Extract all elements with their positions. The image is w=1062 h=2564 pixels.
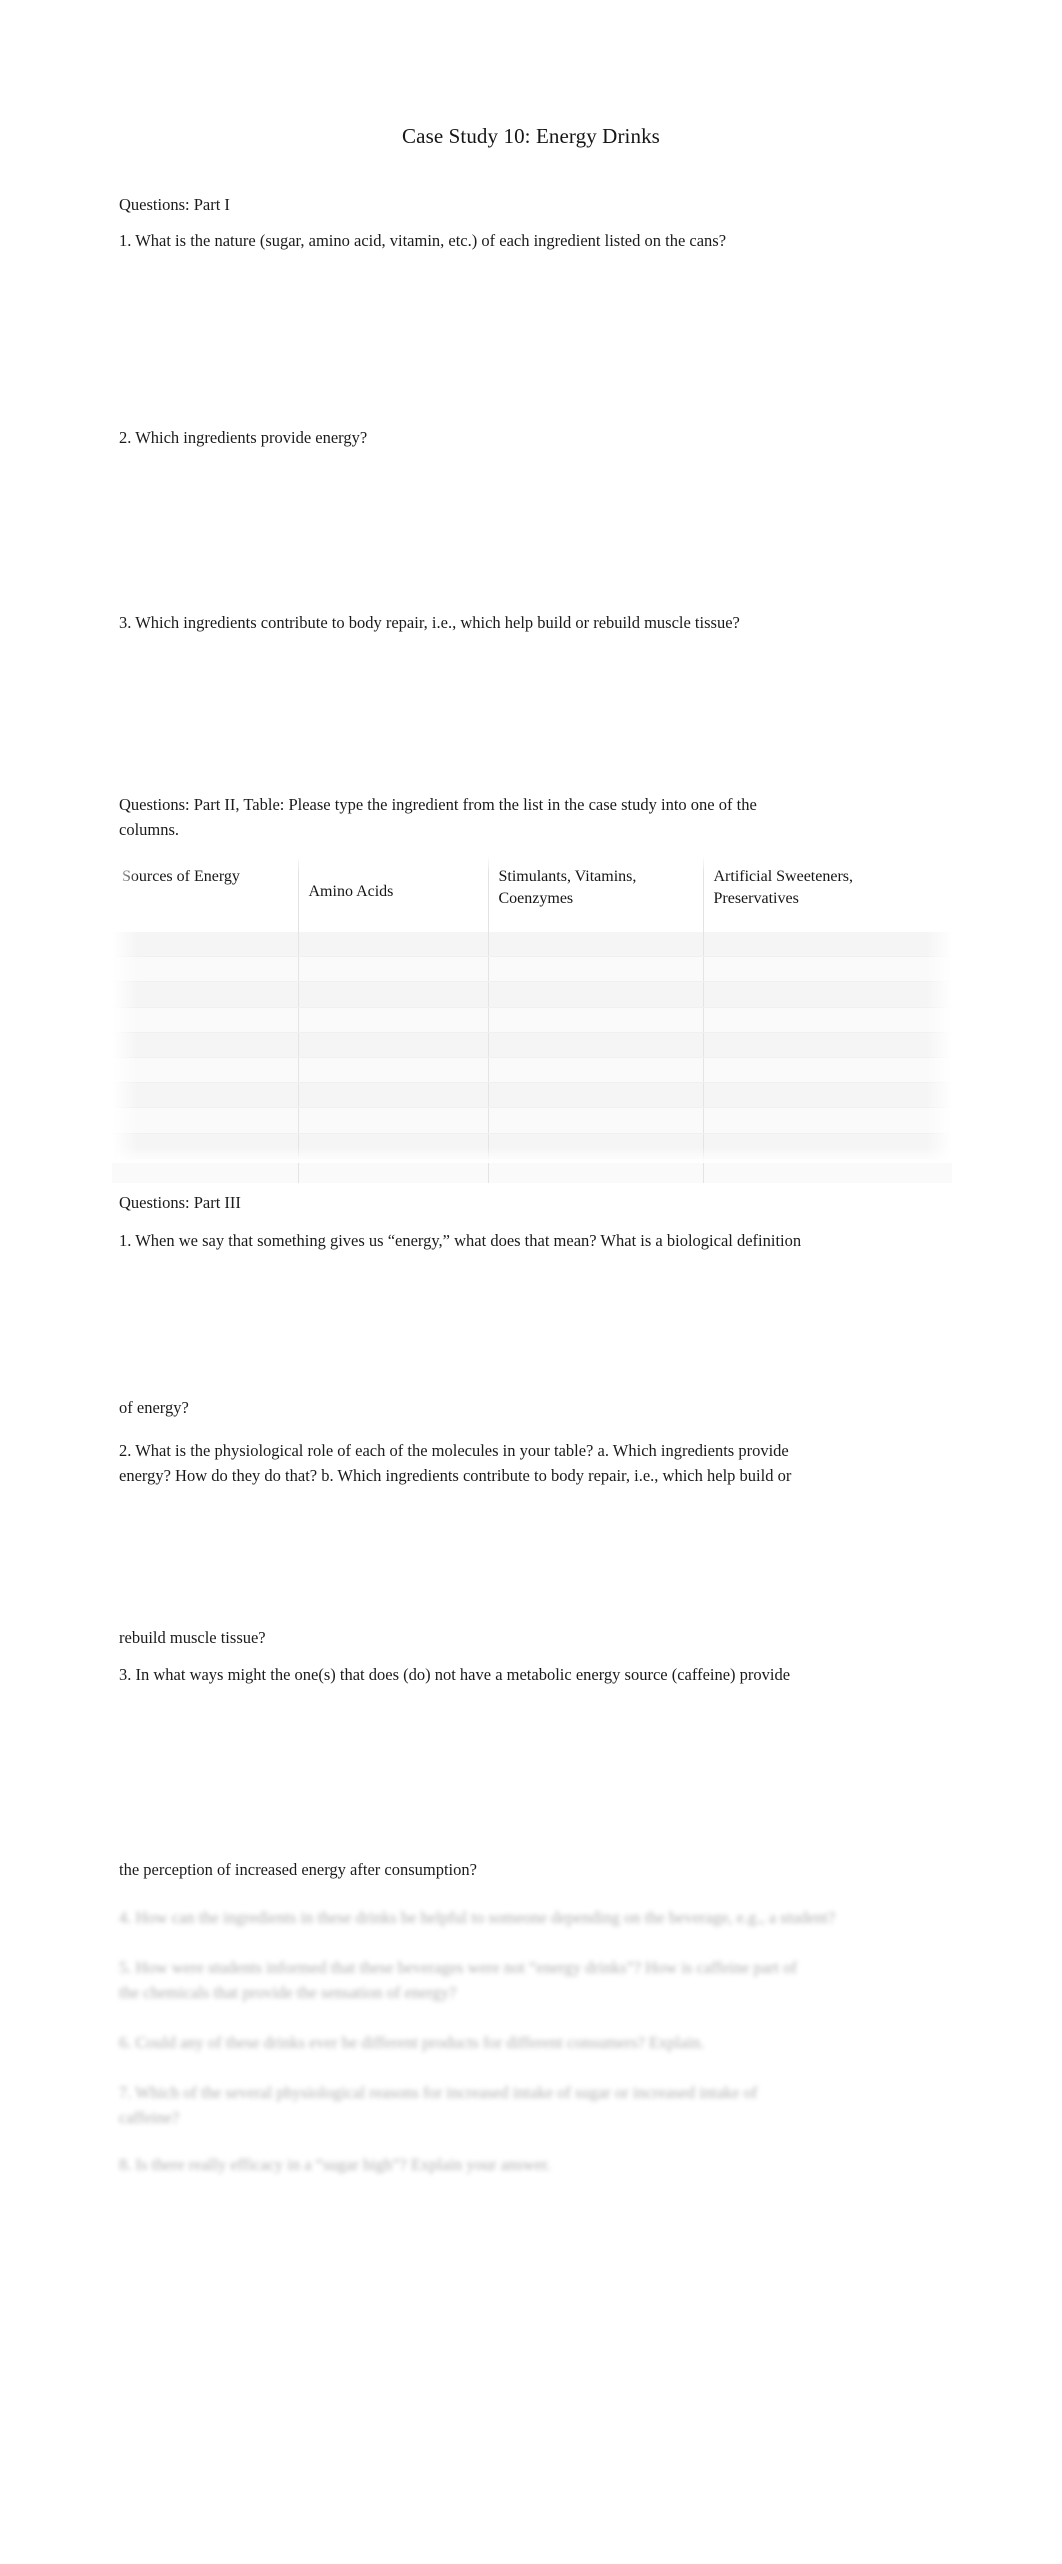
part-two-heading-line-2: columns.: [119, 820, 180, 839]
table-cell[interactable]: [298, 956, 489, 983]
table-cell[interactable]: [488, 1032, 704, 1058]
part-one-heading: Questions: Part I: [119, 195, 230, 214]
table-cell[interactable]: [488, 1057, 704, 1084]
table-cell[interactable]: [298, 981, 489, 1008]
table-cell[interactable]: [298, 1107, 489, 1134]
table-cell[interactable]: [488, 1133, 704, 1159]
part-two-heading-line-1: Questions: Part II, Table: Please type t…: [119, 795, 757, 814]
table-cell[interactable]: [488, 1158, 704, 1183]
table-cell[interactable]: [488, 1007, 704, 1033]
table-cell[interactable]: [112, 1032, 299, 1058]
table-cell[interactable]: [703, 1057, 952, 1084]
table-cell[interactable]: [703, 1007, 952, 1033]
part-three-question-2-line-2: energy? How do they do that? b. Which in…: [119, 1466, 792, 1485]
table-row[interactable]: [112, 956, 952, 983]
document-page: Case Study 10: Energy Drinks Questions: …: [0, 0, 1062, 2564]
preview-question-5-line-2: the chemicals that provide the sensation…: [119, 1983, 457, 2002]
table-cell[interactable]: [112, 1158, 299, 1183]
column-header-artificial-sweeteners-preservatives: Artificial Sweeteners, Preservatives: [703, 858, 952, 932]
table-cell[interactable]: [488, 932, 704, 958]
table-cell[interactable]: [298, 1082, 489, 1109]
part-one-question-3: 3. Which ingredients contribute to body …: [119, 613, 740, 632]
table-row[interactable]: [112, 1158, 952, 1183]
table-cell[interactable]: [298, 1158, 489, 1183]
table-row[interactable]: [112, 1057, 952, 1084]
part-three-heading: Questions: Part III: [119, 1193, 241, 1212]
column-header-stimulants-vitamins-coenzymes: Stimulants, Vitamins, Coenzymes: [488, 858, 704, 932]
table-cell[interactable]: [488, 981, 704, 1008]
table-cell[interactable]: [703, 1032, 952, 1058]
table-cell[interactable]: [703, 1133, 952, 1159]
part-three-question-3-line-1: 3. In what ways might the one(s) that do…: [119, 1665, 791, 1684]
table-cell[interactable]: [112, 956, 299, 983]
part-three-question-1-line-2: of energy?: [119, 1398, 189, 1417]
ingredients-table[interactable]: Sources of Energy Amino Acids Stimulants…: [112, 858, 952, 1183]
table-cell[interactable]: [703, 956, 952, 983]
table-cell[interactable]: [703, 1107, 952, 1134]
table-cell[interactable]: [488, 1082, 704, 1109]
table-cell[interactable]: [298, 1007, 489, 1033]
part-three-question-2-line-3: rebuild muscle tissue?: [119, 1628, 266, 1647]
table-cell[interactable]: [112, 1107, 299, 1134]
preview-question-8: 8. Is there really efficacy in a “sugar …: [119, 2155, 551, 2174]
preview-question-6: 6. Could any of these drinks ever be dif…: [119, 2033, 705, 2052]
table-row[interactable]: [112, 1107, 952, 1134]
preview-question-7-line-2: caffeine?: [119, 2108, 180, 2127]
table-cell[interactable]: [112, 1057, 299, 1084]
table-cell[interactable]: [112, 1082, 299, 1109]
preview-question-4: 4. How can the ingredients in these drin…: [119, 1908, 836, 1927]
part-three-question-1-line-1: 1. When we say that something gives us “…: [119, 1231, 802, 1250]
table-cell[interactable]: [703, 1082, 952, 1109]
part-three-question-3-line-2: the perception of increased energy after…: [119, 1860, 477, 1879]
table-cell[interactable]: [298, 1032, 489, 1058]
table-cell[interactable]: [488, 956, 704, 983]
table-row[interactable]: [112, 1032, 952, 1058]
table-cell[interactable]: [703, 981, 952, 1008]
table-cell[interactable]: [112, 932, 299, 958]
part-one-question-2: 2. Which ingredients provide energy?: [119, 428, 368, 447]
table-row[interactable]: [112, 1082, 952, 1109]
table-cell[interactable]: [703, 1158, 952, 1183]
table-row[interactable]: [112, 1133, 952, 1159]
page-title: Case Study 10: Energy Drinks: [402, 124, 660, 148]
table-cell[interactable]: [112, 981, 299, 1008]
table-body: [112, 932, 952, 1183]
table-row[interactable]: [112, 1007, 952, 1033]
table-cell[interactable]: [703, 932, 952, 958]
table-cell[interactable]: [112, 1007, 299, 1033]
table-row[interactable]: [112, 932, 952, 958]
table-cell[interactable]: [488, 1107, 704, 1134]
table-cell[interactable]: [298, 1133, 489, 1159]
part-one-question-1: 1. What is the nature (sugar, amino acid…: [119, 231, 727, 250]
table-row[interactable]: [112, 981, 952, 1008]
part-three-question-2-line-1: 2. What is the physiological role of eac…: [119, 1441, 789, 1460]
table-header-row: Sources of Energy Amino Acids Stimulants…: [112, 858, 952, 932]
table-cell[interactable]: [112, 1133, 299, 1159]
ingredients-table-container: Sources of Energy Amino Acids Stimulants…: [112, 858, 952, 1183]
preview-question-7-line-1: 7. Which of the several physiological re…: [119, 2083, 758, 2102]
table-cell[interactable]: [298, 1057, 489, 1084]
table-cell[interactable]: [298, 932, 489, 958]
column-header-sources-of-energy: Sources of Energy: [112, 858, 299, 932]
column-header-amino-acids: Amino Acids: [298, 858, 489, 932]
preview-question-5-line-1: 5. How were students informed that these…: [119, 1958, 797, 1977]
